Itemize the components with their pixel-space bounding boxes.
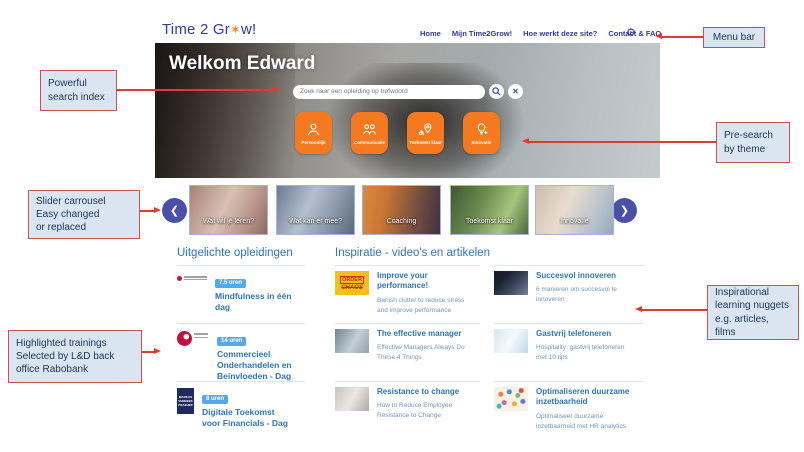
nav-item-hoe-werkt-deze-site[interactable]: Hoe werkt deze site?: [523, 29, 597, 38]
search-bar: ✕: [293, 84, 523, 99]
carousel-next-button[interactable]: ❯: [612, 198, 637, 223]
article-gastvrij-telefoneren[interactable]: Gastvrij telefoneren Hospitality: gastvr…: [494, 323, 644, 364]
article-thumbnail: [494, 329, 528, 353]
search-icon: [492, 87, 501, 96]
annotation-connector: [140, 210, 154, 212]
article-thumbnail: ORDER CHAOS: [335, 271, 369, 295]
annotation-menu-bar: Menu bar: [703, 27, 765, 48]
training-title: Commercieel Onderhandelen en Beïnvloeden…: [217, 348, 292, 381]
training-partner-logo: MARKUS VERBEEK PRAEHEP: [177, 388, 194, 414]
article-effective-manager[interactable]: The effective manager Effective Managers…: [335, 323, 480, 364]
carousel-slide-toekomst-klaar[interactable]: Toekomst klaar: [450, 185, 529, 235]
article-succesvol-innoveren[interactable]: Succesvol innoveren 6 manieren om succes…: [494, 265, 644, 306]
clear-search-button[interactable]: ✕: [508, 84, 523, 99]
training-item-mindfulness[interactable]: 7.5 uren Mindfulness in één dag: [177, 265, 305, 313]
article-title: Succesvol innoveren: [536, 271, 617, 280]
article-description: Banish clutter to reduce stress and impr…: [377, 296, 465, 314]
article-thumbnail: [335, 329, 369, 353]
article-duurzame-inzetbaarheid[interactable]: Optimaliseren duurzame inzetbaarheid Opt…: [494, 381, 644, 432]
training-partner-logo: [177, 273, 207, 283]
arrow-right-icon: [154, 348, 161, 354]
training-item-digitale-toekomst[interactable]: MARKUS VERBEEK PRAEHEP 8 uren Digitale T…: [177, 381, 305, 429]
welcome-message: Welkom Edward: [169, 53, 316, 74]
people-icon: [362, 122, 377, 137]
theme-buttons: Persoonlijk Communicatie Toekomst klaar …: [295, 112, 500, 154]
theme-button-communicatie[interactable]: Communicatie: [351, 112, 388, 154]
gear-icon[interactable]: ⚙: [626, 26, 636, 39]
arrow-left-icon: [522, 138, 529, 144]
article-thumbnail: [494, 387, 528, 411]
article-title: Gastvrij telefoneren: [536, 329, 612, 338]
article-thumbnail: [494, 271, 528, 295]
theme-button-toekomst-klaar[interactable]: Toekomst klaar: [407, 112, 444, 154]
annotation-connector: [529, 141, 716, 143]
annotation-connector: [642, 309, 707, 311]
article-description: 6 manieren om succesvol te innoveren: [536, 286, 617, 304]
annotation-powerful-search: Powerful search index: [40, 70, 117, 111]
arrow-left-icon: [655, 33, 662, 39]
article-description: Effective Managers Always Do These 4 Thi…: [377, 344, 465, 362]
article-description: How to Reduce Employee Resistance to Cha…: [377, 402, 453, 420]
annotation-pre-search: Pre-search by theme: [716, 122, 790, 163]
carousel-slide-wat-kan-er-mee[interactable]: Wat kan er mee?: [276, 185, 355, 235]
lightbulb-icon: [474, 122, 489, 137]
theme-button-persoonlijk[interactable]: Persoonlijk: [295, 112, 332, 154]
trainings-heading: Uitgelichte opleidingen: [177, 247, 293, 259]
annotation-connector: [142, 351, 154, 353]
annotation-connector: [662, 36, 703, 38]
site-logo[interactable]: Time 2 Gr✶w!: [162, 21, 256, 38]
carousel-prev-button[interactable]: ❮: [162, 198, 187, 223]
logo-star-icon: ✶: [229, 22, 242, 37]
article-resistance-to-change[interactable]: Resistance to change How to Reduce Emplo…: [335, 381, 480, 422]
search-input[interactable]: [293, 84, 485, 99]
arrow-right-icon: [154, 207, 161, 213]
annotation-connector: [117, 89, 273, 91]
training-partner-logo: [177, 331, 209, 382]
duration-badge: 8 uren: [202, 394, 229, 404]
article-title: Resistance to change: [377, 387, 460, 396]
chevron-right-icon: ❯: [619, 205, 630, 217]
duration-badge: 7.5 uren: [215, 278, 247, 288]
carousel-slide-coaching[interactable]: Coaching: [362, 185, 441, 235]
article-title: Improve your performance!: [377, 271, 429, 291]
person-icon: [306, 122, 321, 137]
search-button[interactable]: [489, 84, 504, 99]
map-pin-icon: [418, 122, 433, 137]
annotation-slider-carrousel: Slider carrousel Easy changed or replace…: [28, 190, 140, 239]
annotation-highlighted-trainings: Highlighted trainings Selected by L&D ba…: [8, 330, 142, 383]
training-item-commercieel-onderhandelen[interactable]: 14 uren Commercieel Onderhandelen en Beï…: [177, 323, 305, 382]
carousel-slide-innovatie[interactable]: Innovatie: [535, 185, 614, 235]
annotation-learning-nuggets: Inspirational learning nuggets e.g. arti…: [707, 285, 799, 340]
article-thumbnail: [335, 387, 369, 411]
article-title: The effective manager: [377, 329, 462, 338]
hero-banner: Welkom Edward ✕ Persoonlijk Communicatie…: [155, 43, 660, 178]
inspiration-heading: Inspiratie - video's en artikelen: [335, 247, 490, 259]
chevron-left-icon: ❮: [169, 205, 180, 217]
duration-badge: 14 uren: [217, 336, 247, 346]
nav-item-home[interactable]: Home: [420, 29, 441, 38]
theme-button-innovatie[interactable]: Innovatie: [463, 112, 500, 154]
training-title: Mindfulness in één dag: [215, 290, 292, 312]
arrow-right-icon: [273, 86, 280, 92]
article-improve-your-performance[interactable]: ORDER CHAOS Improve your performance! Ba…: [335, 265, 480, 316]
nav-item-mijn-time2grow[interactable]: Mijn Time2Grow!: [452, 29, 512, 38]
training-title: Digitale Toekomst voor Financials - Dag: [202, 406, 288, 428]
arrow-left-icon: [635, 306, 642, 312]
article-title: Optimaliseren duurzame inzetbaarheid: [536, 387, 630, 407]
article-description: Optimaliseer duurzame inzetbaarheid met …: [536, 412, 626, 430]
article-description: Hospitality: gastvrij telefoneren met 10…: [536, 344, 625, 362]
close-icon: ✕: [512, 87, 519, 96]
carousel-slide-wat-wil-je-leren[interactable]: Wat wil je leren?: [189, 185, 268, 235]
